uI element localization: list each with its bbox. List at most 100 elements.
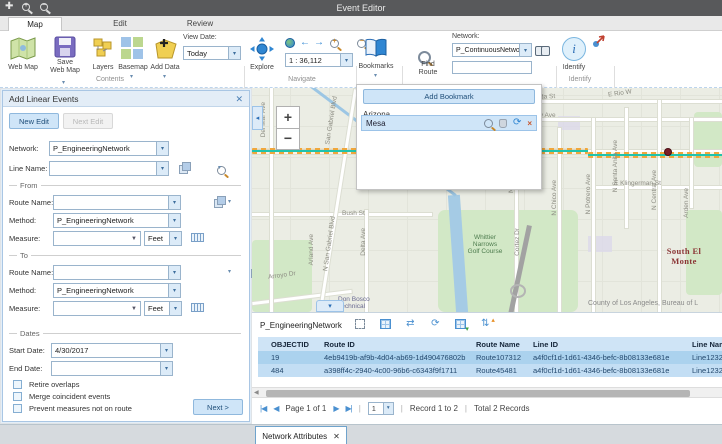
from-units-select[interactable]: Feet ▾	[144, 231, 182, 246]
identify-route-icon[interactable]	[592, 35, 605, 48]
prev-page-icon[interactable]: ◀	[273, 404, 278, 413]
from-route-name-select[interactable]: ▾	[53, 195, 181, 210]
tab-map[interactable]: Map	[8, 17, 62, 31]
col-route-id[interactable]: Route ID	[324, 340, 476, 349]
tab-review[interactable]: Review	[172, 17, 228, 31]
delete-bookmark-icon[interactable]: ×	[527, 119, 532, 128]
tab-edit[interactable]: Edit	[94, 17, 146, 31]
road	[318, 89, 357, 312]
close-icon[interactable]: ✕	[333, 432, 340, 441]
bookmark-item-mesa[interactable]: Mesa ⟳ ×	[361, 115, 537, 131]
chevron-down-icon[interactable]: ▾	[519, 44, 531, 56]
next-page-icon[interactable]: ▶	[333, 404, 338, 413]
dates-section-label: Dates	[17, 329, 43, 338]
scroll-left-icon[interactable]: ◀	[254, 389, 259, 396]
road	[558, 128, 561, 312]
prevent-measures-checkbox[interactable]	[13, 404, 22, 413]
line-name-select[interactable]: ▾	[49, 161, 169, 176]
select-line-on-map-icon[interactable]	[179, 162, 191, 174]
view-date-select[interactable]: Today ▾	[183, 46, 241, 60]
next-button[interactable]: Next >	[193, 399, 243, 415]
add-bookmark-button[interactable]: Add Bookmark	[363, 89, 535, 104]
to-measure-combo[interactable]: ▼	[53, 301, 141, 316]
chevron-down-icon[interactable]: ▾	[228, 198, 231, 205]
sort-records-icon[interactable]: ⇅▴	[479, 319, 492, 331]
select-records-icon[interactable]	[354, 319, 367, 331]
chevron-down-icon[interactable]: ▾	[218, 164, 221, 171]
chevron-down-icon[interactable]: ▾	[228, 268, 231, 275]
col-objectid[interactable]: OBJECTID	[271, 340, 324, 349]
street-label: N Chico Ave	[551, 180, 558, 216]
end-date-select[interactable]: ▾	[51, 361, 173, 376]
add-data-label: Add Data	[144, 64, 186, 72]
chevron-down-icon[interactable]: ▾	[168, 284, 180, 297]
panel-network-select[interactable]: P_EngineeringNetwork ▾	[49, 141, 169, 156]
next-edit-button[interactable]: Next Edit	[63, 113, 113, 129]
zoom-in-tool-icon[interactable]: +	[330, 39, 339, 48]
chevron-down-icon[interactable]: ▼	[131, 236, 140, 242]
tab-network-attributes[interactable]: Network Attributes ✕	[255, 426, 347, 444]
freeway-interchange	[510, 284, 526, 298]
collapse-table-icon[interactable]: ▾	[316, 300, 344, 312]
chevron-down-icon[interactable]: ▾	[340, 54, 352, 66]
close-icon[interactable]: ✕	[235, 91, 243, 107]
zoom-to-bookmark-icon[interactable]	[484, 119, 493, 128]
chevron-down-icon[interactable]: ▼	[131, 306, 140, 312]
horizontal-scrollbar[interactable]: ◀	[252, 387, 722, 398]
chevron-down-icon[interactable]: ▾	[169, 302, 181, 315]
next-extent-icon[interactable]: →	[314, 38, 324, 48]
scale-select[interactable]: 1 : 36,112 ▾	[285, 53, 353, 67]
col-line-id[interactable]: Line ID	[533, 340, 692, 349]
pan-to-bookmark-icon[interactable]	[499, 119, 507, 128]
to-route-name-select[interactable]: ▾	[53, 265, 181, 280]
route-search-input[interactable]	[452, 61, 532, 74]
page-select[interactable]: 1▾	[368, 402, 394, 415]
table-row[interactable]: 484 a398ff4c-2940-4c00-96b6-c6343f9f1711…	[258, 364, 722, 377]
chevron-down-icon[interactable]: ▾	[160, 344, 172, 357]
switch-selection-icon[interactable]: ⇄	[404, 319, 417, 331]
from-method-select[interactable]: P_EngineeringNetwork ▾	[53, 213, 181, 228]
to-method-select[interactable]: P_EngineeringNetwork ▾	[53, 283, 181, 298]
network-select[interactable]: P_ContinuousNetwork ▾	[452, 43, 532, 57]
refresh-selection-icon[interactable]: ⟳	[429, 319, 442, 331]
collapse-panel-left-icon[interactable]: ◂	[252, 106, 263, 130]
col-line-name[interactable]: Line Name	[692, 340, 722, 349]
from-measure-combo[interactable]: ▼	[53, 231, 141, 246]
retire-overlaps-checkbox[interactable]	[13, 380, 22, 389]
chevron-down-icon[interactable]: ▾	[156, 162, 168, 175]
col-route-name[interactable]: Route Name	[476, 340, 533, 349]
chevron-down-icon[interactable]: ▾	[160, 362, 172, 375]
chevron-down-icon[interactable]: ▾	[228, 47, 240, 59]
start-date-select[interactable]: 4/30/2017 ▾	[51, 343, 173, 358]
total-records-text: Total 2 Records	[474, 404, 530, 413]
full-extent-icon[interactable]	[285, 38, 295, 48]
measure-on-map-icon[interactable]	[191, 233, 204, 242]
chevron-down-icon[interactable]: ▾	[168, 266, 180, 279]
first-page-icon[interactable]: |◀	[260, 404, 266, 413]
bookmarks-menu: Add Bookmark Arizona Mesa ⟳ ×	[356, 84, 542, 190]
export-records-icon[interactable]: ▾	[454, 319, 467, 331]
measure-on-map-icon[interactable]	[191, 303, 204, 312]
to-units-select[interactable]: Feet ▾	[144, 301, 182, 316]
table-header-row[interactable]: OBJECTID Route ID Route Name Line ID Lin…	[258, 337, 722, 351]
refresh-bookmark-icon[interactable]: ⟳	[513, 118, 521, 128]
last-page-icon[interactable]: ▶|	[345, 404, 351, 413]
scrollbar-thumb[interactable]	[266, 390, 690, 397]
select-route-on-map-icon[interactable]	[214, 196, 226, 208]
show-table-icon[interactable]	[379, 319, 392, 331]
chevron-down-icon[interactable]: ▾	[383, 403, 393, 414]
chevron-down-icon[interactable]: ▾	[168, 196, 180, 209]
map-zoom-in-button[interactable]: +	[276, 106, 300, 128]
merge-coincident-checkbox[interactable]	[13, 392, 22, 401]
map-zoom-out-button[interactable]: −	[276, 128, 300, 150]
new-edit-button[interactable]: New Edit	[9, 113, 59, 129]
chevron-down-icon[interactable]: ▾	[156, 142, 168, 155]
table-row[interactable]: 19 4eb9419b-af9b-4d04-ab69-1d490476802b …	[258, 351, 722, 364]
title-bar: ✚ + − Event Editor	[0, 0, 722, 16]
cell-route-id: 4eb9419b-af9b-4d04-ab69-1d490476802b	[324, 353, 476, 362]
chevron-down-icon[interactable]: ▾	[169, 232, 181, 245]
binoculars-icon[interactable]	[535, 45, 550, 55]
previous-extent-icon[interactable]: ←	[300, 38, 310, 48]
add-data-icon	[152, 36, 178, 60]
chevron-down-icon[interactable]: ▾	[168, 214, 180, 227]
